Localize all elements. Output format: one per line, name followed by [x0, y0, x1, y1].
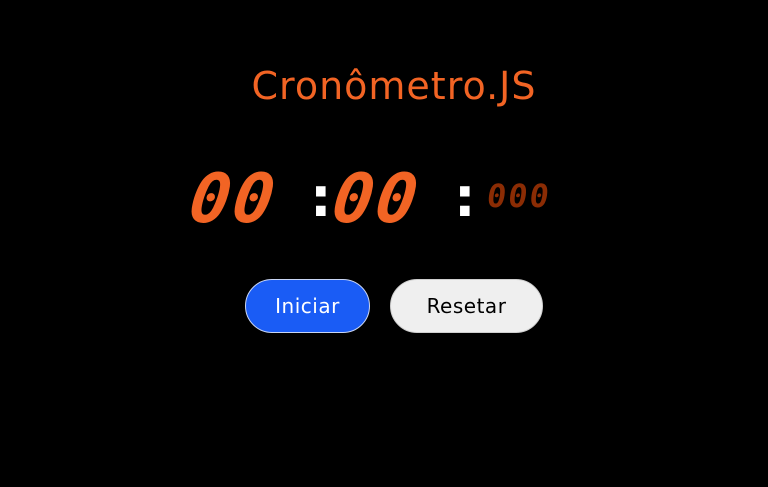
start-button[interactable]: Iniciar [245, 279, 370, 333]
reset-button[interactable]: Resetar [390, 279, 543, 333]
time-separator: : [454, 166, 476, 229]
app-title: Cronômetro.JS [251, 64, 537, 108]
milliseconds-display: 000 [484, 177, 554, 215]
seconds-display: 00 [327, 160, 425, 239]
controls: Iniciar Resetar [245, 279, 555, 335]
stopwatch-display: 00 : 00 : 000 [185, 160, 590, 240]
minutes-display: 00 [184, 160, 282, 239]
